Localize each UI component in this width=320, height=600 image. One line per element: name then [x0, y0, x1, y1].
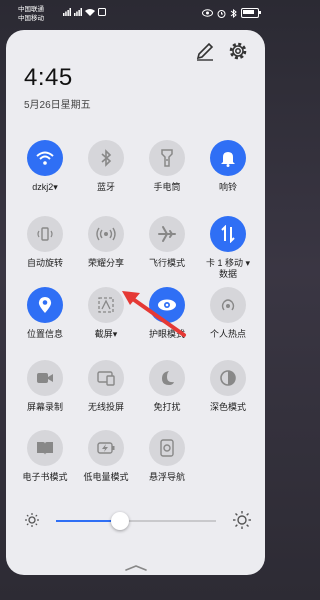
tile-label: 手电筒	[153, 182, 181, 192]
tile-honor-share[interactable]: 荣耀分享	[76, 216, 136, 269]
status-bar: 中国联通 中国移动	[0, 0, 271, 34]
signal-icon	[63, 8, 71, 16]
tile-flashlight[interactable]: 手电筒	[137, 140, 197, 193]
airplane-icon	[158, 226, 176, 242]
tile-label: 位置信息	[26, 329, 63, 339]
carrier-info: 中国联通 中国移动	[18, 5, 44, 23]
tile-wifi[interactable]: dzkj2▾	[15, 140, 75, 193]
brightness-slider[interactable]	[56, 512, 216, 530]
tile-label: 响铃	[218, 182, 237, 192]
tile-airplane[interactable]: 飞行模式	[137, 216, 197, 269]
hotspot-icon	[221, 299, 235, 311]
screenshot-icon	[98, 297, 114, 313]
wifi-status-icon	[85, 9, 95, 16]
battery-icon	[241, 8, 261, 18]
tile-label: 屏幕录制	[26, 402, 63, 412]
tile-dark-mode[interactable]: 深色模式	[198, 360, 258, 413]
tile-wireless-projection[interactable]: 无线投屏	[76, 360, 136, 413]
tile-ring[interactable]: 响铃	[198, 140, 258, 193]
carrier1-label: 中国联通	[18, 6, 44, 13]
wifi-icon	[36, 151, 54, 165]
notification-icon	[98, 8, 106, 16]
eye-status-icon	[202, 9, 213, 17]
flashlight-icon	[161, 149, 173, 167]
screen-record-icon	[37, 373, 53, 383]
clock-time: 4:45	[24, 64, 73, 91]
dark-mode-icon	[220, 370, 236, 386]
tile-label: 自动旋转	[26, 258, 63, 268]
tile-label: 低电量模式	[83, 472, 129, 482]
share-icon	[96, 227, 116, 241]
tile-floating-nav[interactable]: 悬浮导航	[137, 430, 197, 483]
tile-label: 个人热点	[209, 329, 246, 339]
wireless-projection-icon	[97, 371, 115, 386]
edit-icon[interactable]	[194, 40, 216, 62]
tile-do-not-disturb[interactable]: 免打扰	[137, 360, 197, 413]
rotate-icon	[37, 227, 53, 241]
bluetooth-icon	[101, 149, 112, 167]
bell-icon	[221, 152, 235, 167]
tile-label: 飞行模式	[148, 258, 185, 268]
tile-low-power[interactable]: 低电量模式	[76, 430, 136, 483]
low-battery-icon	[97, 442, 115, 454]
signal-icons	[63, 8, 106, 16]
ebook-icon	[37, 442, 53, 455]
tile-label: 荣耀分享	[87, 258, 124, 268]
annotation-arrow	[122, 291, 186, 337]
tile-mobile-data[interactable]: 卡 1 移动 ▾ 数据	[198, 216, 258, 280]
tile-screen-record[interactable]: 屏幕录制	[15, 360, 75, 413]
bluetooth-status-icon	[230, 8, 237, 18]
tile-auto-rotate[interactable]: 自动旋转	[15, 216, 75, 269]
tile-bluetooth[interactable]: 蓝牙	[76, 140, 136, 193]
tile-label: 悬浮导航	[148, 472, 185, 482]
location-icon	[38, 297, 52, 313]
tile-location[interactable]: 位置信息	[15, 287, 75, 340]
tile-label-2: 数据	[218, 269, 237, 279]
floating-nav-icon	[160, 439, 174, 457]
brightness-thumb[interactable]	[111, 512, 129, 530]
carrier2-label: 中国移动	[18, 15, 44, 22]
status-right-icons	[202, 8, 261, 18]
brightness-low-icon	[25, 513, 39, 527]
brightness-high-icon	[233, 511, 251, 529]
tile-label: 无线投屏	[87, 402, 124, 412]
date-label: 5月26日星期五	[24, 100, 91, 111]
gear-icon[interactable]	[227, 40, 249, 62]
tile-label: 免打扰	[153, 402, 181, 412]
tile-label: 蓝牙	[96, 182, 115, 192]
tile-label: 深色模式	[209, 402, 246, 412]
tile-label: dzkj2▾	[32, 182, 58, 192]
tile-ebook-mode[interactable]: 电子书模式	[15, 430, 75, 483]
tile-label: 电子书模式	[22, 472, 68, 482]
signal-icon	[74, 8, 82, 16]
tile-label: 卡 1 移动 ▾	[205, 258, 251, 268]
alarm-icon	[217, 9, 226, 18]
drag-handle-icon[interactable]	[124, 564, 148, 572]
moon-icon	[162, 371, 174, 385]
tile-hotspot[interactable]: 个人热点	[198, 287, 258, 340]
mobile-data-icon	[221, 225, 235, 243]
